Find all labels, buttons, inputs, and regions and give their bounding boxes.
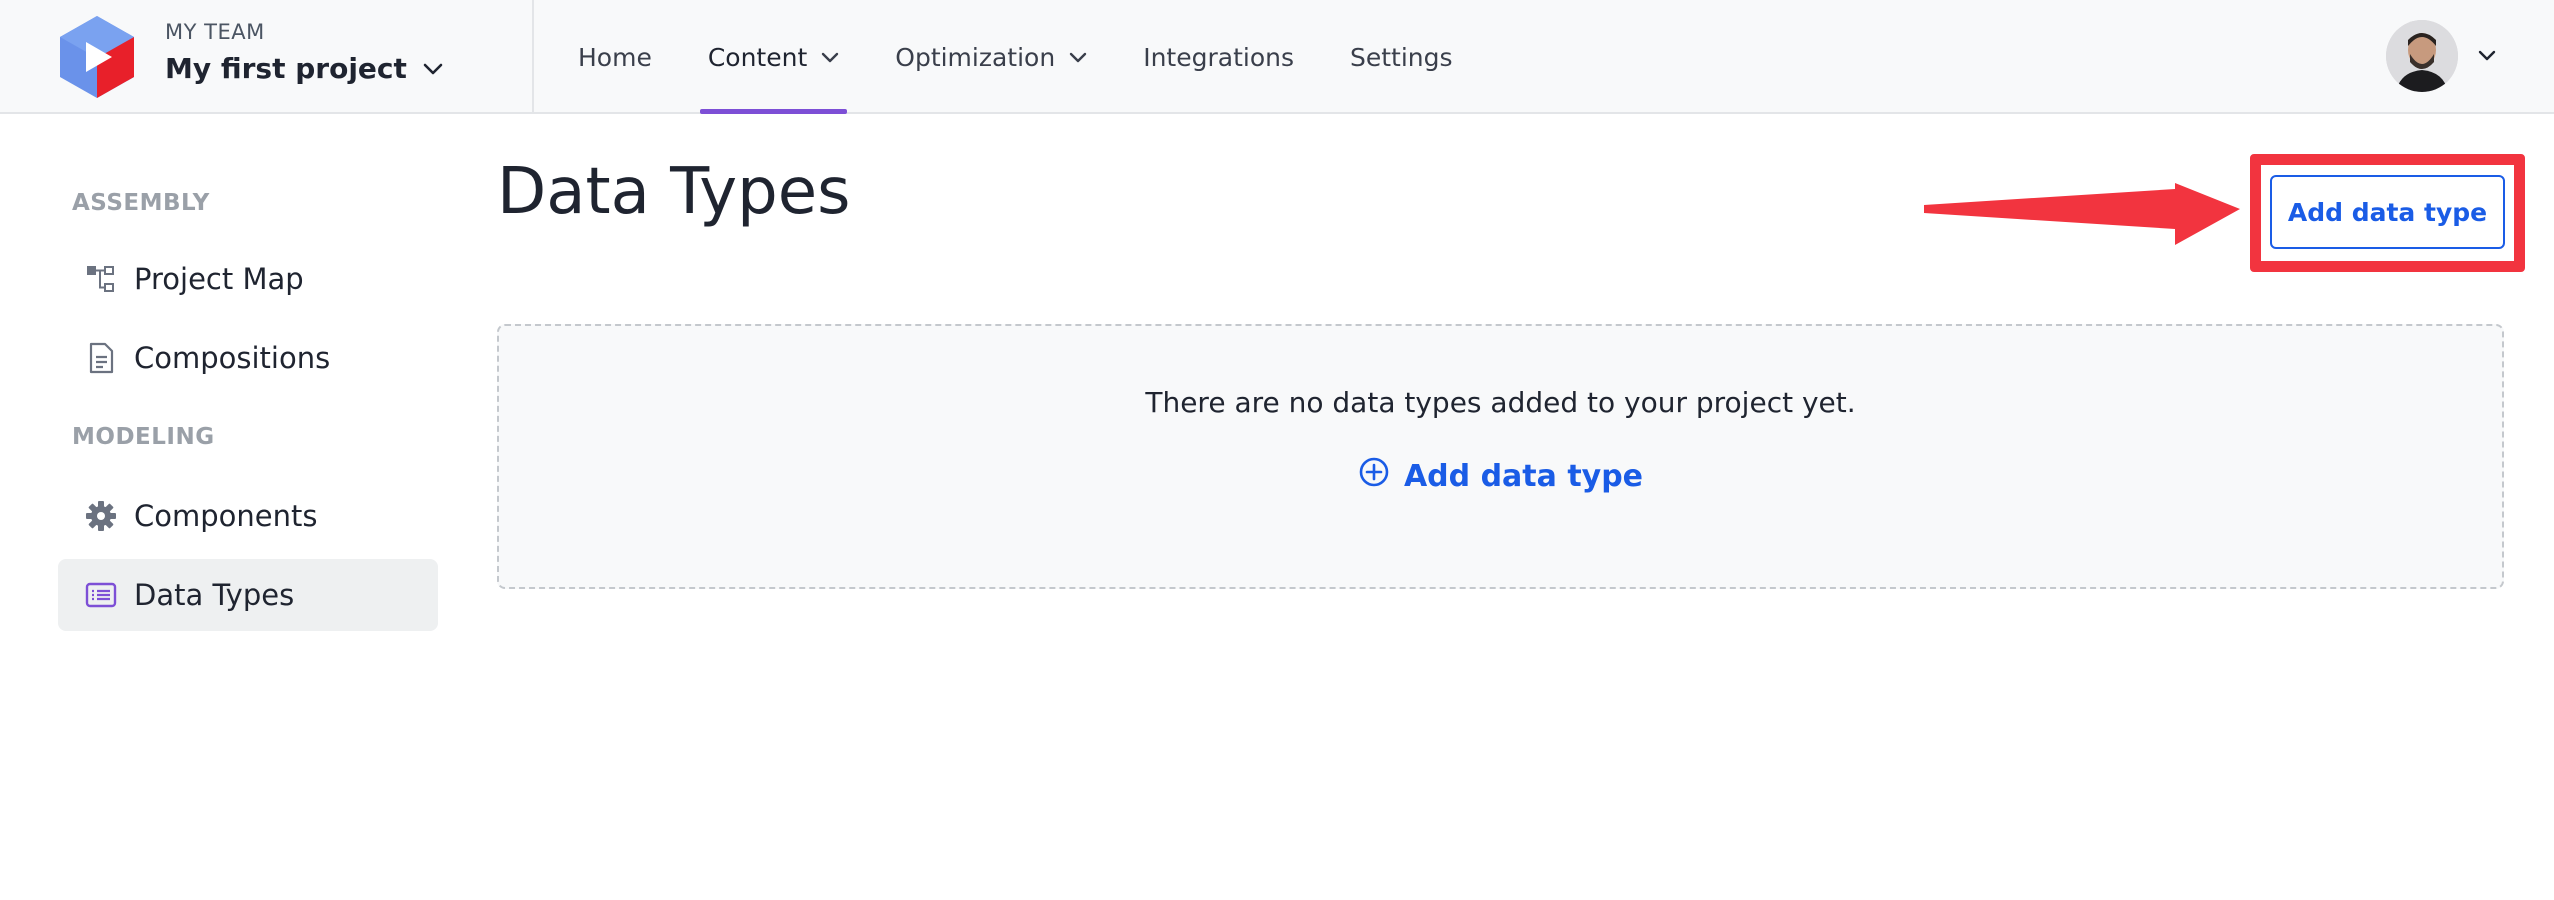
- sidebar-item-label: Components: [134, 499, 318, 533]
- chevron-down-icon: [1069, 52, 1087, 63]
- list-icon: [84, 578, 118, 612]
- project-switcher[interactable]: My first project: [165, 52, 443, 85]
- sidebar-item-label: Data Types: [134, 578, 295, 612]
- sidebar-item-label: Project Map: [134, 262, 304, 296]
- sidebar-item-project-map[interactable]: Project Map: [58, 243, 438, 315]
- user-avatar[interactable]: [2386, 20, 2458, 92]
- project-name: My first project: [165, 52, 407, 85]
- empty-state-panel: There are no data types added to your pr…: [497, 324, 2504, 589]
- sitemap-icon: [84, 262, 118, 296]
- add-data-type-button[interactable]: Add data type: [2270, 175, 2505, 249]
- sidebar-section-modeling: MODELING: [72, 424, 215, 450]
- chevron-down-icon: [821, 52, 839, 63]
- empty-state-add-button[interactable]: Add data type: [499, 456, 2502, 496]
- sidebar-item-components[interactable]: Components: [58, 480, 438, 552]
- nav-label: Home: [578, 42, 652, 72]
- empty-state-add-label: Add data type: [1403, 458, 1644, 494]
- chevron-down-icon[interactable]: [2478, 46, 2496, 65]
- gear-icon: [84, 499, 118, 533]
- annotation-arrow: [1920, 175, 2245, 259]
- nav-home[interactable]: Home: [570, 0, 660, 114]
- empty-state-message: There are no data types added to your pr…: [1145, 386, 1856, 419]
- plus-circle-icon: [1358, 456, 1390, 496]
- header-divider: [532, 0, 534, 114]
- nav-integrations[interactable]: Integrations: [1135, 0, 1302, 114]
- nav-content[interactable]: Content: [699, 0, 848, 114]
- chevron-down-icon: [423, 63, 443, 75]
- nav-label: Settings: [1349, 42, 1453, 72]
- page-title: Data Types: [497, 155, 851, 229]
- sidebar-item-compositions[interactable]: Compositions: [58, 322, 438, 394]
- nav-label: Optimization: [895, 42, 1056, 72]
- app-logo-icon[interactable]: [58, 14, 136, 100]
- document-icon: [84, 341, 118, 375]
- nav-optimization[interactable]: Optimization: [887, 0, 1095, 114]
- nav-label: Content: [707, 42, 808, 72]
- main-nav: Home Content Optimization Integrations S…: [570, 0, 1501, 114]
- sidebar-item-data-types[interactable]: Data Types: [58, 559, 438, 631]
- team-label: MY TEAM: [165, 20, 265, 44]
- nav-settings[interactable]: Settings: [1342, 0, 1461, 114]
- nav-label: Integrations: [1143, 42, 1294, 72]
- top-bar: MY TEAM My first project Home Content Op…: [0, 0, 2554, 114]
- sidebar-section-assembly: ASSEMBLY: [72, 190, 210, 216]
- sidebar-item-label: Compositions: [134, 341, 331, 375]
